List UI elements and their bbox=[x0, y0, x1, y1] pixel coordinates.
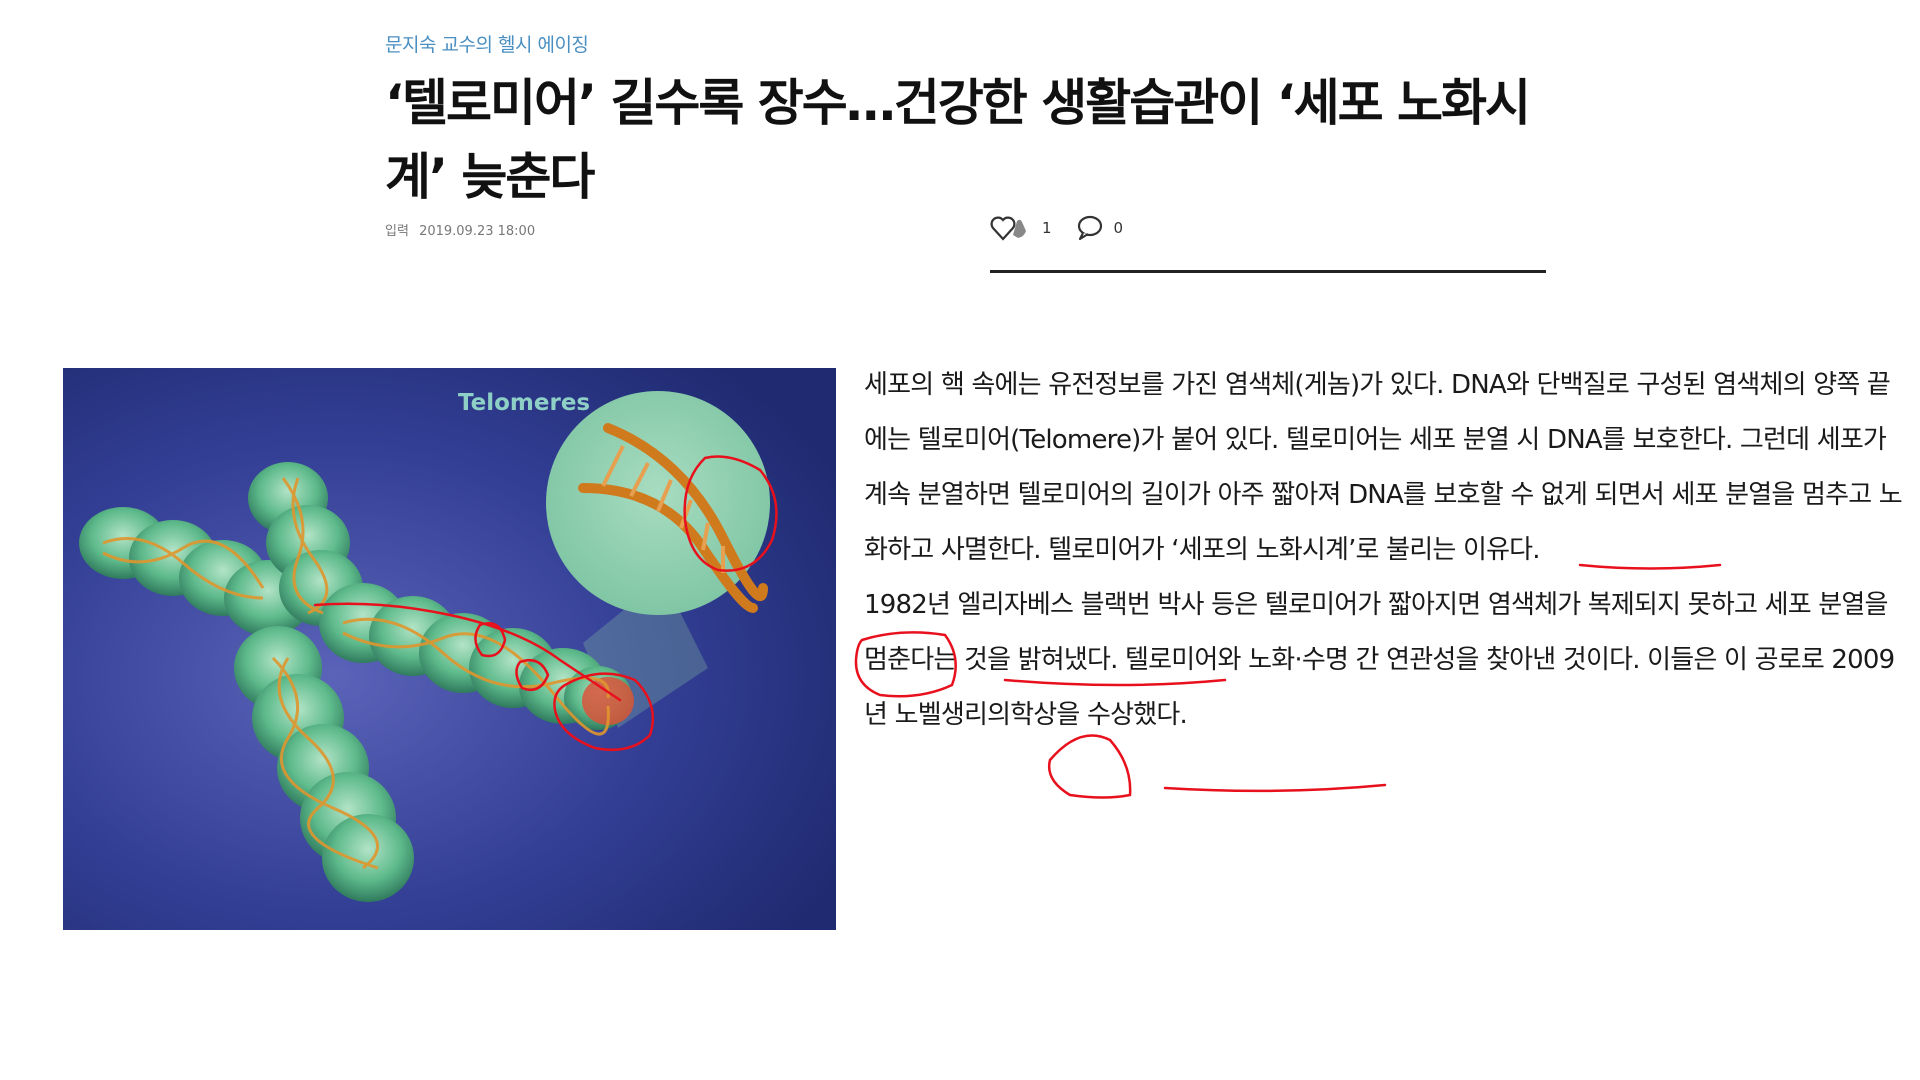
article-paragraph: 1982년 엘리자베스 블랙번 박사 등은 텔로미어가 짧아지면 염색체가 복제… bbox=[864, 590, 1895, 730]
article-page: 문지숙 교수의 헬시 에이징 ‘텔로미어’ 길수록 장수…건강한 생활습관이 ‘… bbox=[0, 0, 1920, 1080]
telomere-illustration-graphic bbox=[63, 368, 836, 930]
dateline: 입력 2019.09.23 18:00 bbox=[385, 220, 541, 239]
date-label: 입력 bbox=[385, 224, 409, 239]
social-bar: 1 0 bbox=[990, 215, 1546, 273]
comment-button[interactable]: 0 bbox=[1076, 215, 1124, 241]
comment-count: 0 bbox=[1113, 219, 1124, 237]
article-headline: ‘텔로미어’ 길수록 장수…건강한 생활습관이 ‘세포 노화시계’ 늦춘다 bbox=[385, 74, 1531, 206]
heart-icon bbox=[990, 216, 1026, 241]
publish-date: 2019.09.23 18:00 bbox=[419, 224, 536, 239]
speech-bubble-icon bbox=[1077, 215, 1102, 241]
figure-label: Telomeres bbox=[458, 390, 591, 416]
annotation-underline bbox=[1163, 783, 1387, 793]
article-body: 세포의 핵 속에는 유전정보를 가진 염색체(게놈)가 있다. DNA와 단백질… bbox=[864, 358, 1904, 743]
telomere-illustration bbox=[63, 368, 836, 930]
annotation-circle-2009 bbox=[1047, 734, 1132, 799]
article-paragraph: 세포의 핵 속에는 유전정보를 가진 염색체(게놈)가 있다. DNA와 단백질… bbox=[864, 370, 1903, 565]
like-button[interactable]: 1 bbox=[990, 215, 1052, 241]
series-label[interactable]: 문지숙 교수의 헬시 에이징 bbox=[385, 30, 589, 57]
like-count: 1 bbox=[1042, 219, 1052, 237]
